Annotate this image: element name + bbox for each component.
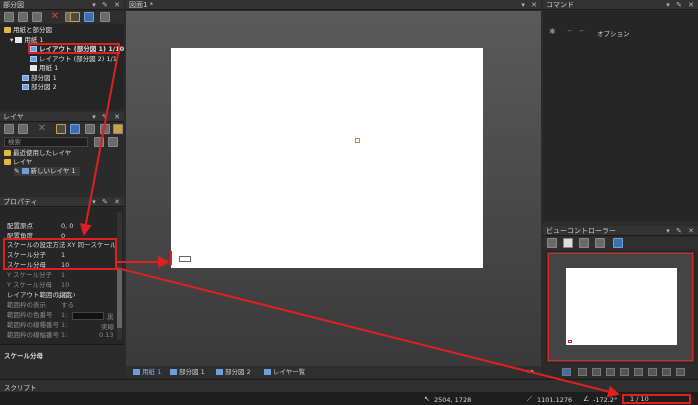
arrow-props-to-status — [116, 267, 620, 398]
annotation-arrows — [79, 53, 620, 398]
arrow-tree-to-props — [79, 53, 119, 236]
